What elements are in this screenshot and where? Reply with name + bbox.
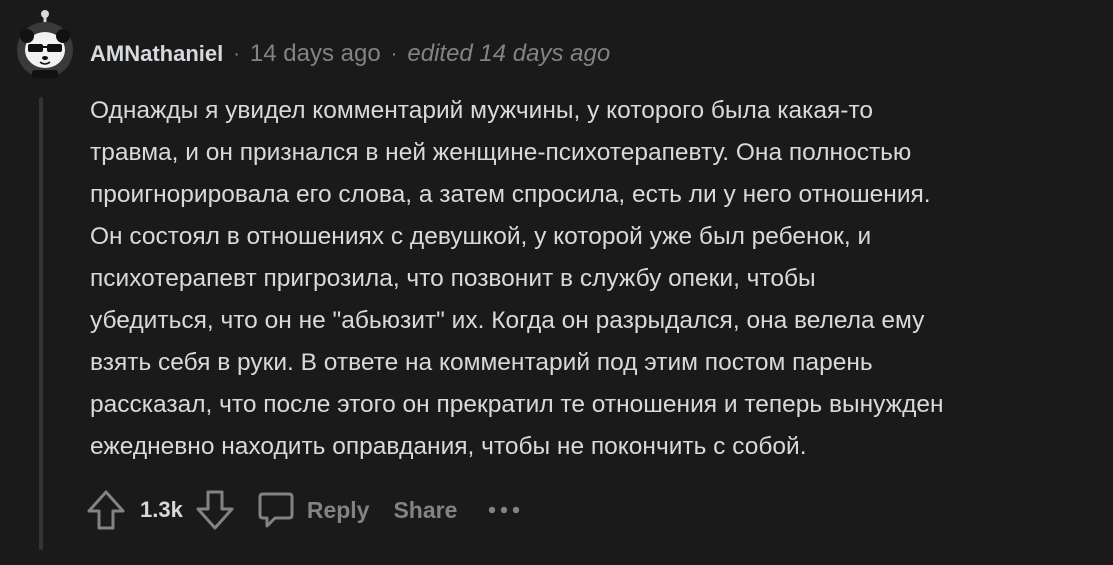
vote-score: 1.3k <box>140 497 183 522</box>
comment-actions: 1.3k Reply Share <box>86 488 521 532</box>
comment-line: травма, и он признался в ней женщине-пси… <box>90 139 912 166</box>
separator-dot: · <box>390 42 398 65</box>
reply-label: Reply <box>306 496 370 523</box>
edited-timestamp: edited 14 days ago <box>407 40 611 67</box>
downvote-arrow-icon <box>196 490 234 530</box>
reply-button[interactable]: Reply <box>257 490 370 530</box>
comment-line: рассказал, что после этого он прекратил … <box>90 391 944 418</box>
comment-body: Однажды я увидел комментарий мужчины, у … <box>90 90 1090 468</box>
share-button[interactable]: Share <box>393 497 457 524</box>
comment-line: психотерапевт пригрозила, что позвонит в… <box>90 265 816 292</box>
comment-line: проигнорировала его слова, а затем спрос… <box>90 181 931 208</box>
more-options-button[interactable] <box>487 505 521 515</box>
upvote-button[interactable] <box>86 489 126 531</box>
downvote-button[interactable] <box>195 489 235 531</box>
ellipsis-icon <box>489 506 520 514</box>
upvote-arrow-icon <box>87 490 125 530</box>
panda-avatar-icon <box>17 10 73 78</box>
separator-dot: · <box>233 42 240 65</box>
comment-line: убедиться, что он не "абьюзит" их. Когда… <box>90 307 925 334</box>
thread-line[interactable] <box>39 97 43 550</box>
author-name[interactable]: AMNathaniel <box>90 41 223 67</box>
timestamp[interactable]: 14 days ago <box>250 40 381 68</box>
comment-line: Однажды я увидел комментарий мужчины, у … <box>90 97 874 124</box>
comment-header: AMNathaniel · 14 days ago · edited 14 da… <box>90 38 610 70</box>
comment-line: ежедневно находить оправдания, чтобы не … <box>90 433 807 460</box>
comment-line: взять себя в руки. В ответе на комментар… <box>90 349 873 376</box>
comment-line: Он состоял в отношениях с девушкой, у ко… <box>90 223 872 250</box>
speech-bubble-icon <box>258 492 294 528</box>
avatar[interactable] <box>14 10 76 78</box>
